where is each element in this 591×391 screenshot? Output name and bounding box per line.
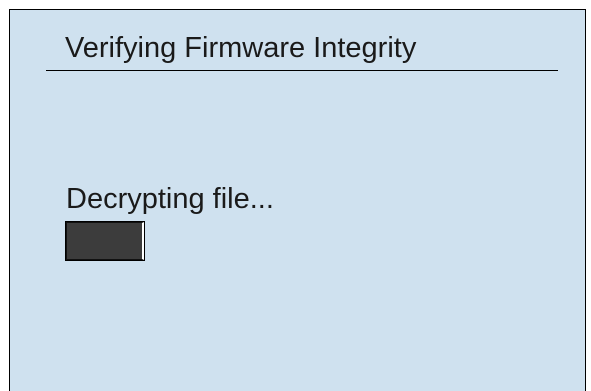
progress-bar-fill: [65, 221, 145, 261]
status-message: Decrypting file...: [66, 183, 274, 215]
progress-bar: [65, 221, 145, 261]
title-divider: [46, 70, 558, 71]
screen-title: Verifying Firmware Integrity: [65, 32, 417, 64]
firmware-verification-screen: Verifying Firmware Integrity Decrypting …: [9, 9, 586, 391]
